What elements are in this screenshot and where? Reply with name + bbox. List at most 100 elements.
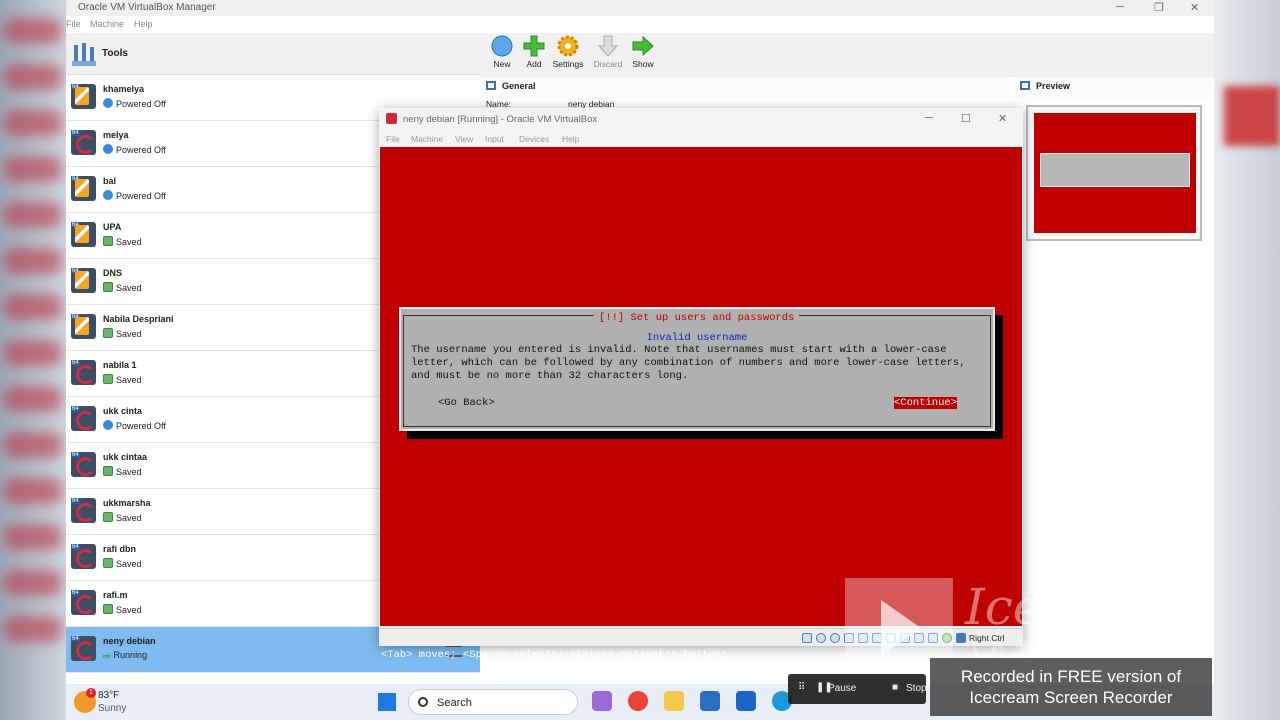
general-icon	[486, 81, 496, 90]
preview-icon	[1020, 81, 1030, 90]
search-label: Search	[437, 697, 472, 709]
teams-icon[interactable]	[592, 691, 612, 711]
power-off-icon	[103, 98, 113, 108]
vm-name: UPA	[103, 222, 122, 232]
vm-status-label: Saved	[116, 513, 142, 523]
pause-button[interactable]: Pause	[828, 683, 856, 694]
preview-screen	[1034, 113, 1196, 233]
installer-dialog: [!!] Set up users and passwords Invalid …	[399, 307, 995, 431]
show-button[interactable]: Show	[623, 35, 663, 69]
stop-button[interactable]: Stop	[906, 683, 927, 694]
vm-menu-input[interactable]: Input	[485, 134, 504, 144]
vm-status: Powered Off	[103, 420, 166, 431]
vm-close-button[interactable]: ✕	[998, 112, 1007, 125]
vm-menu-help[interactable]: Help	[562, 134, 579, 144]
saved-state-icon	[103, 328, 113, 338]
dialog-line: and must be no more than 32 characters l…	[411, 370, 689, 382]
64bit-badge: 64	[71, 406, 80, 412]
file-explorer-icon[interactable]	[664, 691, 684, 711]
running-arrow-icon: ⇨	[103, 651, 111, 661]
weather-condition: Sunny	[98, 703, 127, 714]
vm-status-label: Saved	[116, 467, 142, 477]
weather-badge: 1	[86, 688, 96, 698]
vm-window: neny debian [Running] - Oracle VM Virtua…	[379, 108, 1023, 661]
guest-screen[interactable]: [!!] Set up users and passwords Invalid …	[380, 147, 1022, 661]
vm-name: ukk cinta	[103, 406, 143, 416]
vm-menu-devices[interactable]: Devices	[519, 134, 549, 144]
menu-help[interactable]: Help	[134, 19, 153, 29]
hdd-icon[interactable]	[802, 633, 812, 643]
windows-start-icon[interactable]	[378, 693, 396, 711]
maximize-button[interactable]: ❐	[1154, 1, 1164, 14]
64bit-badge: 64	[71, 636, 80, 642]
vm-maximize-button[interactable]: ☐	[961, 112, 971, 125]
go-back-button[interactable]: <Go Back>	[438, 397, 495, 409]
show-arrow-icon	[632, 35, 654, 57]
ubuntu-os-icon: 64	[71, 222, 96, 247]
vm-status-label: Saved	[116, 237, 142, 247]
power-off-icon	[103, 420, 113, 430]
blurred-background-right	[1214, 0, 1280, 720]
vm-menu-view[interactable]: View	[455, 134, 473, 144]
saved-state-icon	[103, 466, 113, 476]
vm-status: Powered Off	[103, 144, 166, 155]
ubuntu-os-icon: 64	[71, 176, 96, 201]
vm-status: Saved	[103, 604, 142, 615]
vm-status: ⇨ Running	[103, 650, 147, 661]
mail-icon[interactable]	[736, 691, 756, 711]
virtualbox-app-icon	[386, 113, 397, 124]
manager-title: Oracle VM VirtualBox Manager	[78, 2, 216, 13]
minimize-button[interactable]: ─	[1116, 1, 1124, 13]
optical-icon[interactable]	[816, 633, 826, 643]
debian-os-icon: 64	[71, 406, 96, 431]
64bit-badge: 64	[71, 498, 80, 504]
power-off-icon	[103, 144, 113, 154]
dialog-title: [!!] Set up users and passwords	[594, 312, 800, 324]
recorder-watermark-banner: Recorded in FREE version of Icecream Scr…	[930, 658, 1212, 716]
vm-status-label: Saved	[116, 605, 142, 615]
recorder-line2: Icecream Screen Recorder	[969, 688, 1173, 707]
vm-minimize-button[interactable]: ─	[925, 112, 933, 124]
continue-button[interactable]: <Continue>	[894, 397, 958, 409]
settings-button[interactable]: Settings	[548, 35, 588, 69]
saved-state-icon	[103, 604, 113, 614]
settings-label: Settings	[552, 59, 584, 69]
dialog-line: The username you entered is invalid. Not…	[411, 344, 947, 356]
vm-status: Saved	[103, 282, 142, 293]
vm-name: DNS	[103, 268, 123, 278]
vm-menubar: File Machine View Input Devices Help	[379, 130, 1023, 146]
close-button[interactable]: ✕	[1190, 1, 1199, 14]
debian-os-icon: 64	[71, 130, 96, 155]
manager-titlebar: Oracle VM VirtualBox Manager ─ ❐ ✕	[66, 0, 1214, 16]
saved-state-icon	[103, 282, 113, 292]
debian-os-icon: 64	[71, 498, 96, 523]
menu-file[interactable]: File	[66, 19, 81, 29]
discard-button[interactable]: Discard	[588, 35, 628, 69]
saved-state-icon	[103, 374, 113, 384]
vm-status-label: Powered Off	[116, 145, 166, 155]
64bit-badge: 64	[71, 268, 80, 274]
chrome-icon[interactable]	[628, 691, 648, 711]
vm-name: bal	[103, 176, 117, 186]
vm-status: Saved	[103, 558, 142, 569]
preview-thumbnail	[1026, 105, 1202, 241]
audio-icon[interactable]	[830, 633, 840, 643]
vm-status-label: Saved	[116, 375, 142, 385]
tools-item[interactable]: Tools	[66, 33, 480, 75]
general-section-header[interactable]: General	[480, 77, 1010, 99]
debian-os-icon: 64	[71, 360, 96, 385]
preview-section-header[interactable]: Preview	[1014, 77, 1214, 99]
vm-name: rafi dbn	[103, 544, 136, 554]
debian-os-icon: 64	[71, 636, 96, 661]
taskbar-search[interactable]: Search	[408, 689, 578, 715]
vm-titlebar: neny debian [Running] - Oracle VM Virtua…	[379, 108, 1023, 130]
menu-machine[interactable]: Machine	[90, 19, 124, 29]
vm-menu-machine[interactable]: Machine	[411, 134, 443, 144]
store-icon[interactable]	[700, 691, 720, 711]
vm-menu-file[interactable]: File	[386, 134, 400, 144]
keyboard-hint: <Tab> moves; <Space> selects; <Enter> ac…	[381, 649, 728, 661]
add-icon	[523, 35, 545, 57]
stop-icon[interactable]: ■	[892, 682, 898, 693]
discard-label: Discard	[593, 59, 623, 69]
drag-handle-icon[interactable]: ⠿	[798, 682, 805, 693]
